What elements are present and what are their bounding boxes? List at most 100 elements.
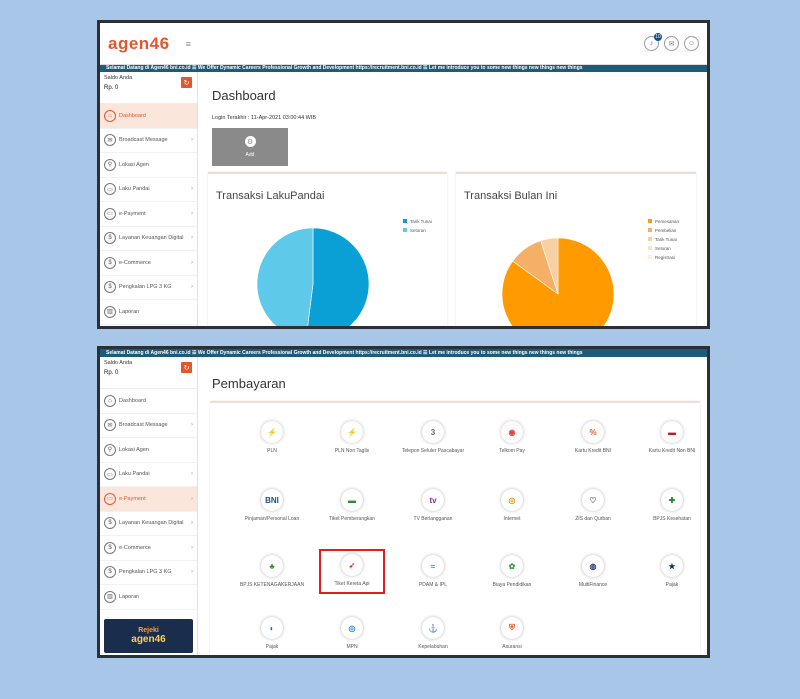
sidebar-item-label: Lokasi Agen — [119, 161, 149, 168]
payment-logo-icon: tv — [422, 489, 444, 511]
sidebar-item-layanan-keuangan-digital[interactable]: $ Layanan Keuangan Digital › — [100, 512, 197, 536]
payment-logo-icon: ♣ — [261, 555, 283, 577]
payment-item[interactable]: ◎ MPN — [312, 617, 392, 651]
sidebar-item-dashboard[interactable]: ⌂ Dashboard — [100, 104, 197, 129]
page-title: Dashboard — [212, 88, 276, 103]
payment-logo-icon: ⚓ — [422, 617, 444, 639]
payment-item[interactable]: BNI Pinjaman/Personal Loan — [232, 489, 312, 523]
sidebar-item-laku-pandai[interactable]: ▭ Laku Pandai › — [100, 178, 197, 202]
payment-item[interactable]: ✚ BPJS Kesehatan — [632, 489, 707, 523]
sidebar-item-e-payment[interactable]: ▭ e-Payment › — [100, 487, 197, 512]
sidebar-item-label: Laku Pandai — [119, 186, 150, 193]
add-app-tile[interactable]: ⚙ Add — [212, 128, 288, 166]
payment-logo-icon: ▬ — [661, 421, 683, 443]
sidebar-item-laku-pandai[interactable]: ▭ Laku Pandai › — [100, 463, 197, 487]
saldo-panel: Saldo Anda Rp. 0 ↻ — [100, 72, 197, 104]
payment-item[interactable]: % Kartu Kredit BNI — [553, 421, 633, 455]
payment-item[interactable]: ★ Pajak — [632, 555, 707, 589]
sidebar-item-label: e-Payment — [119, 210, 146, 217]
legend-swatch — [648, 228, 652, 232]
payment-item[interactable]: ◐ Pajak — [232, 617, 312, 651]
payment-item[interactable]: ◍ MultiFinance — [553, 555, 633, 589]
payment-item-label: Telkom Pay — [499, 448, 525, 454]
card-icon: ▭ — [104, 207, 116, 220]
legend-label: Registrasi — [655, 255, 675, 260]
chevron-right-icon: › — [191, 235, 193, 242]
sidebar-item-label: Laporan — [119, 308, 140, 315]
payment-logo-icon: ♡ — [582, 489, 604, 511]
gear-icon: ⚙ — [244, 136, 256, 147]
sidebar-item-broadcast-message[interactable]: ✉ Broadcast Message › — [100, 129, 197, 153]
sidebar-item-lokasi-agen[interactable]: ⚲ Lokasi Agen — [100, 438, 197, 463]
saldo-amount: Rp. 0 — [104, 370, 119, 376]
payment-logo-icon: ◎ — [341, 617, 363, 639]
chevron-right-icon: › — [191, 186, 193, 193]
legend-label: Pemesanan — [655, 219, 680, 224]
promo-line-2: agen46 — [131, 634, 166, 645]
sidebar-item-e-commerce[interactable]: $ e-Commerce › — [100, 251, 197, 276]
sidebar-item-e-commerce[interactable]: $ e-Commerce › — [100, 536, 197, 561]
payment-item-label: MultiFinance — [578, 582, 608, 588]
dollar-icon: $ — [104, 566, 116, 579]
payment-item[interactable]: ◉ Telkom Pay — [472, 421, 552, 455]
menu-toggle-icon[interactable]: ≡ — [186, 39, 191, 49]
payment-item[interactable]: ▬ Kartu Kredit Non BNI — [632, 421, 707, 455]
chevron-right-icon: › — [191, 210, 193, 217]
payment-item[interactable]: 3 Telepon Seluler Pascabayar — [393, 421, 473, 455]
sidebar-item-label: Pengkalan LPG 3 KG — [119, 284, 172, 291]
notification-bell-icon[interactable]: ♪ 10 — [644, 33, 662, 51]
refresh-saldo-button[interactable]: ↻ — [181, 77, 192, 88]
pie-slice[interactable] — [256, 227, 314, 329]
payment-item[interactable]: ▬ Tiket Pemberangkan — [312, 489, 392, 523]
sidebar-item-lokasi-agen[interactable]: ⚲ Lokasi Agen — [100, 153, 197, 178]
agen46-logo[interactable]: agen46 — [108, 34, 170, 54]
sidebar-item-label: Layanan Keuangan Digital — [119, 235, 184, 242]
sidebar-item-dashboard[interactable]: ⌂ Dashboard — [100, 389, 197, 414]
payment-item[interactable]: ⚡ PLN Non Taglis — [312, 421, 392, 455]
sidebar-item-pengkalan-lpg[interactable]: $ Pengkalan LPG 3 KG › — [100, 276, 197, 300]
sidebar-item-laporan[interactable]: ▥ Laporan — [100, 300, 197, 325]
sidebar-item-broadcast-message[interactable]: ✉ Broadcast Message › — [100, 414, 197, 438]
megaphone-icon: ✉ — [104, 419, 116, 432]
pie-slice[interactable] — [306, 227, 370, 329]
refresh-saldo-button[interactable]: ↻ — [181, 362, 192, 373]
payment-item[interactable]: ♡ ZIS dan Qurban — [553, 489, 633, 523]
saldo-label: Saldo Anda — [104, 360, 133, 366]
pie-chart-bulan-ini: Pemesanan Pembelian Tarik Tunai Setoran Regi… — [501, 219, 680, 326]
dollar-icon: $ — [104, 541, 116, 554]
sidebar-item-label: e-Commerce — [119, 259, 151, 266]
sidebar-item-label: e-Payment — [119, 495, 146, 502]
sidebar-item-label: Dashboard — [119, 397, 146, 404]
legend-swatch — [648, 219, 652, 223]
chevron-right-icon: › — [191, 495, 193, 502]
mail-icon[interactable]: ✉ — [664, 36, 679, 51]
payment-item[interactable]: ⚓ Kepelabuhan — [393, 617, 473, 651]
chart-card-bulan-ini: Transaksi Bulan Ini Pemesanan Pembelian Ta… — [456, 172, 696, 326]
sidebar-item-laporan[interactable]: ▥ Laporan — [100, 585, 197, 610]
sidebar-item-e-payment[interactable]: ▭ e-Payment › — [100, 202, 197, 227]
sidebar-item-pengkalan-lpg[interactable]: $ Pengkalan LPG 3 KG › — [100, 561, 197, 585]
dollar-icon: $ — [104, 281, 116, 294]
payment-item[interactable]: ⛨ Asuransi — [472, 617, 552, 651]
sidebar-item-label: Broadcast Message — [119, 137, 168, 144]
payment-item[interactable]: ≈ PDAM & IPL — [393, 555, 473, 589]
report-icon: ▥ — [104, 305, 116, 318]
payment-item[interactable]: ◎ Internet — [472, 489, 552, 523]
saldo-amount: Rp. 0 — [104, 85, 119, 91]
payment-item[interactable]: ♣ BPJS KETENAGAKERJAAN — [232, 555, 312, 589]
payment-item[interactable]: ✿ Biaya Pendidikan — [472, 555, 552, 589]
sidebar-item-label: Dashboard — [119, 112, 146, 119]
payment-item[interactable]: ➶ Tiket Kereta Api — [319, 549, 385, 594]
payment-item-label: Pajak — [265, 644, 279, 650]
promo-banner[interactable]: Rejeki agen46 — [104, 619, 193, 653]
megaphone-icon: ✉ — [104, 134, 116, 147]
notification-count-badge: 10 — [654, 33, 662, 41]
promo-line-1: Rejeki — [138, 627, 159, 634]
user-icon[interactable]: ☺ — [684, 36, 699, 51]
sidebar-item-layanan-keuangan-digital[interactable]: $ Layanan Keuangan Digital › — [100, 227, 197, 251]
payment-item[interactable]: ⚡ PLN — [232, 421, 312, 455]
payment-item[interactable]: tv TV Berlangganan — [393, 489, 473, 523]
payment-logo-icon: ➶ — [341, 554, 363, 576]
report-icon: ▥ — [104, 590, 116, 603]
chevron-right-icon: › — [191, 422, 193, 429]
